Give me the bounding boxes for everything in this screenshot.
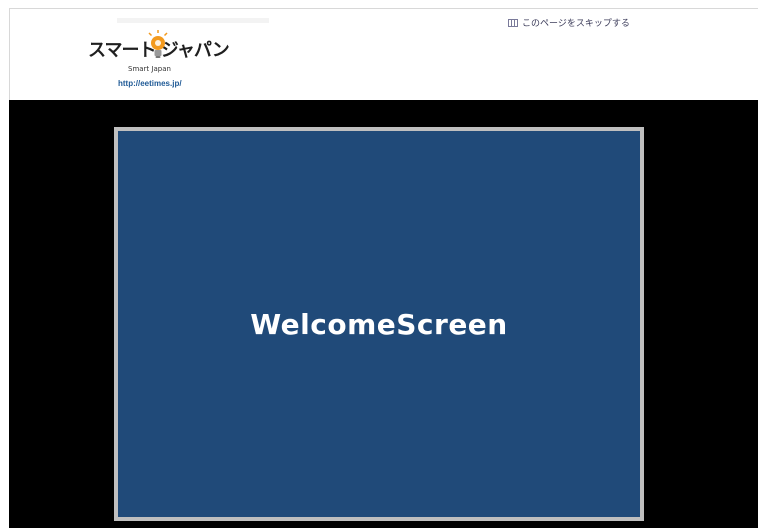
skip-page-link[interactable]: このページをスキップする bbox=[508, 16, 630, 29]
skip-page-label: このページをスキップする bbox=[522, 19, 630, 29]
lightbulb-icon bbox=[148, 30, 168, 58]
logo-url-link[interactable]: http://eetimes.jp/ bbox=[118, 79, 182, 88]
welcome-screen[interactable]: WelcomeScreen bbox=[114, 127, 644, 521]
logo-subtitle: Smart Japan bbox=[128, 65, 171, 73]
page: スマート ジャパン Smart Japan http://eetimes.jp/… bbox=[0, 0, 758, 528]
welcome-screen-label: WelcomeScreen bbox=[250, 307, 508, 341]
skip-icon bbox=[508, 18, 518, 27]
logo-tab bbox=[117, 18, 269, 23]
smart-japan-logo[interactable]: スマート ジャパン Smart Japan http://eetimes.jp/ bbox=[88, 30, 230, 94]
